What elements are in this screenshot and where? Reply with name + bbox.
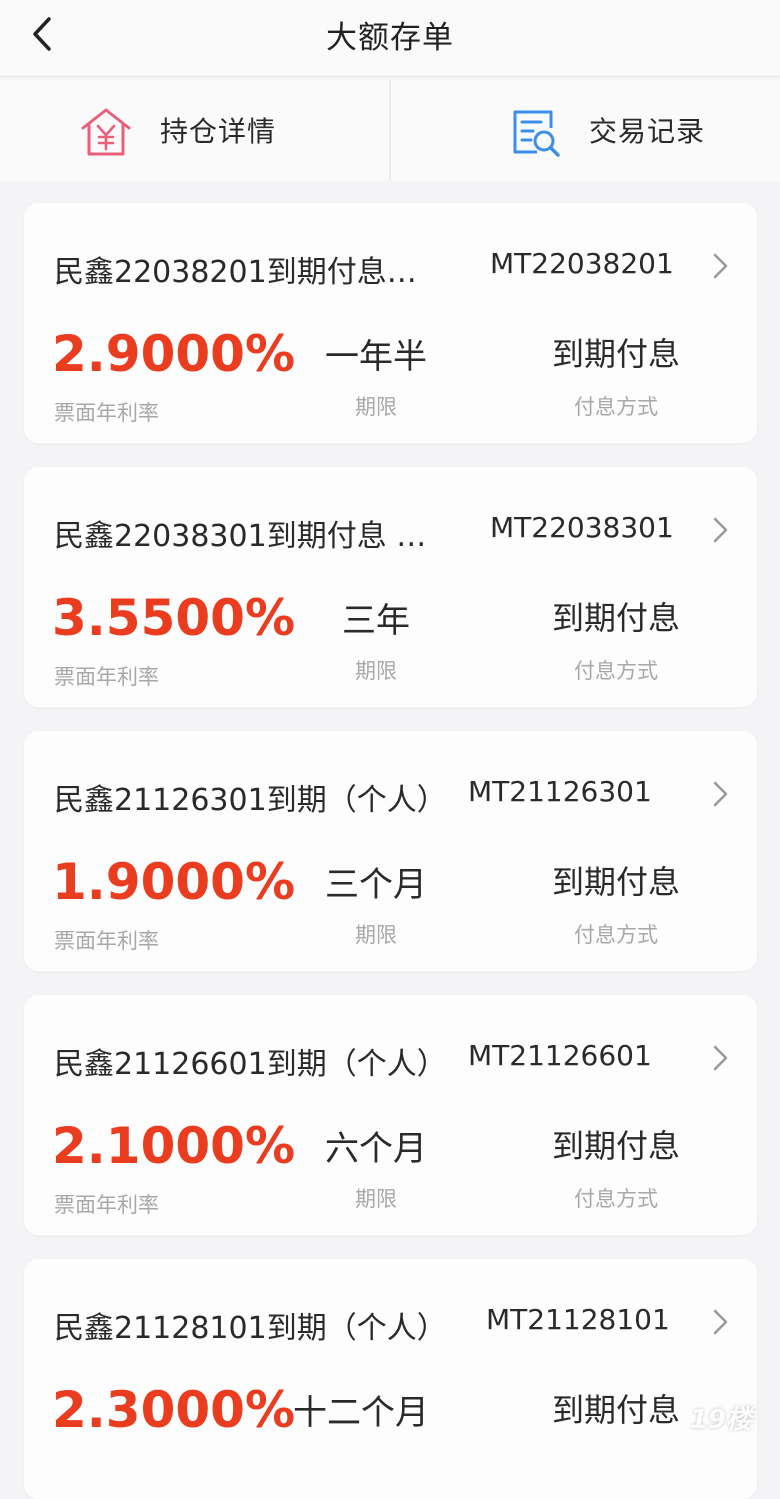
payment-method: 到期付息: [551, 599, 680, 637]
term-value: 六个月: [325, 1129, 427, 1169]
term-value: 一年半: [325, 337, 427, 377]
interest-rate: 3.5500%: [52, 589, 296, 647]
chevron-right-icon: [713, 1045, 728, 1071]
chevron-right-icon: [713, 1309, 728, 1335]
product-code: MT21128101: [486, 1303, 670, 1336]
house-yuan-icon: [81, 108, 131, 156]
product-card[interactable]: 民鑫21126301到期（个人） MT21126301 1.9000% 票面年利…: [24, 731, 757, 971]
tab-label: 持仓详情: [160, 115, 277, 148]
header: 大额存单: [0, 0, 780, 77]
tab-transaction-records[interactable]: 交易记录: [389, 80, 780, 181]
product-code: MT21126301: [468, 775, 652, 808]
payment-method-label: 付息方式: [574, 1187, 658, 1211]
product-name: 民鑫21128101到期（个人）: [54, 1311, 447, 1346]
document-search-icon: [513, 110, 560, 157]
product-code: MT22038201: [490, 247, 674, 280]
payment-method: 到期付息: [551, 335, 680, 373]
chevron-right-icon: [713, 781, 728, 807]
interest-rate: 1.9000%: [52, 853, 296, 911]
payment-method: 到期付息: [551, 863, 680, 901]
payment-method-label: 付息方式: [574, 923, 658, 947]
product-card[interactable]: 民鑫21128101到期（个人） MT21128101 2.3000% 十二个月…: [24, 1259, 757, 1499]
product-name: 民鑫21126301到期（个人）: [54, 783, 447, 818]
term-label: 期限: [355, 1187, 397, 1211]
watermark-logo: 19楼: [689, 1405, 752, 1435]
payment-method-label: 付息方式: [574, 659, 658, 683]
product-code: MT21126601: [468, 1039, 652, 1072]
chevron-right-icon: [713, 517, 728, 543]
product-name: 民鑫21126601到期（个人）: [54, 1047, 447, 1082]
payment-method: 到期付息: [551, 1127, 680, 1165]
tab-bar: 持仓详情 交易记录: [0, 80, 780, 181]
tab-holdings-details[interactable]: 持仓详情: [0, 80, 389, 181]
page-title: 大额存单: [326, 20, 454, 56]
product-card[interactable]: 民鑫22038201到期付息… MT22038201 2.9000% 票面年利率…: [24, 203, 757, 443]
product-card[interactable]: 民鑫21126601到期（个人） MT21126601 2.1000% 票面年利…: [24, 995, 757, 1235]
term-label: 期限: [355, 923, 397, 947]
interest-rate-label: 票面年利率: [54, 1193, 159, 1217]
term-value: 三年: [342, 601, 410, 641]
term-value: 十二个月: [293, 1393, 429, 1433]
interest-rate-label: 票面年利率: [54, 401, 159, 425]
interest-rate-label: 票面年利率: [54, 665, 159, 689]
interest-rate: 2.1000%: [52, 1117, 296, 1175]
payment-method: 到期付息: [551, 1391, 680, 1429]
interest-rate: 2.9000%: [52, 325, 296, 383]
product-card[interactable]: 民鑫22038301到期付息 … MT22038301 3.5500% 票面年利…: [24, 467, 757, 707]
tab-label: 交易记录: [589, 115, 706, 148]
product-name: 民鑫22038301到期付息 …: [54, 519, 427, 554]
interest-rate-label: 票面年利率: [54, 929, 159, 953]
chevron-right-icon: [713, 253, 728, 279]
product-name: 民鑫22038201到期付息…: [54, 255, 417, 290]
term-value: 三个月: [325, 865, 427, 905]
term-label: 期限: [355, 659, 397, 683]
interest-rate: 2.3000%: [52, 1381, 296, 1439]
product-code: MT22038301: [490, 511, 674, 544]
payment-method-label: 付息方式: [574, 395, 658, 419]
term-label: 期限: [355, 395, 397, 419]
